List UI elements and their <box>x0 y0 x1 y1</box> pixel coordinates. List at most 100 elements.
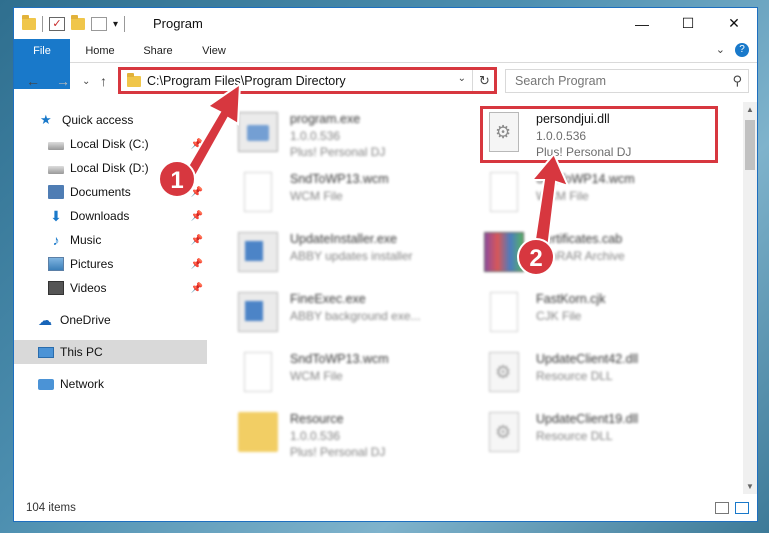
star-icon: ★ <box>40 112 52 127</box>
view-buttons <box>715 502 749 514</box>
file-item[interactable]: UpdateInstaller.exe ABBY updates install… <box>228 226 468 276</box>
file-item[interactable]: FineExec.exe ABBY background exe... <box>228 286 468 336</box>
file-name: SndToWP13.wcm <box>290 352 389 366</box>
file-type: ABBY background exe... <box>290 309 421 323</box>
quick-access-toolbar: ✓ ▾ <box>22 15 126 32</box>
file-type: Resource DLL <box>536 429 613 443</box>
large-icons-view-icon[interactable] <box>735 502 749 514</box>
dll-file-icon <box>489 412 519 452</box>
maximize-button[interactable]: ☐ <box>665 8 711 39</box>
music-icon: ♪ <box>52 232 60 248</box>
sidebar-item-label: Quick access <box>62 113 134 127</box>
file-version: 1.0.0.536 <box>290 129 341 143</box>
pictures-icon <box>48 257 64 271</box>
window-controls: — ☐ ✕ <box>619 8 757 39</box>
sidebar-item-pictures[interactable]: Pictures 📌 <box>14 252 207 276</box>
file-item[interactable]: FastKorn.cjk CJK File <box>474 286 714 336</box>
new-folder-icon[interactable] <box>71 15 85 30</box>
minimize-button[interactable]: — <box>619 8 665 39</box>
search-icon[interactable]: ⚲ <box>732 73 742 89</box>
folder-icon <box>22 15 36 30</box>
tab-home[interactable]: Home <box>78 39 122 63</box>
disk-icon <box>48 141 64 150</box>
scroll-down-icon[interactable]: ▼ <box>746 482 754 491</box>
file-item[interactable]: UpdateClient42.dll Resource DLL <box>474 346 714 396</box>
sidebar-item-label: Downloads <box>70 209 130 223</box>
search-box[interactable]: ⚲ <box>505 69 749 93</box>
pin-icon: 📌 <box>190 210 203 222</box>
qat-dropdown-icon[interactable]: ▾ <box>113 19 118 30</box>
file-name: FastKorn.cjk <box>536 292 606 306</box>
divider <box>42 16 43 32</box>
callout-2: 2 <box>517 238 555 276</box>
file-name: UpdateClient42.dll <box>536 352 639 366</box>
document-icon <box>490 292 518 332</box>
sidebar-item-label: Music <box>70 233 102 247</box>
sidebar-item-music[interactable]: ♪ Music 📌 <box>14 228 207 252</box>
recent-locations-icon[interactable]: ⌄ <box>82 76 90 87</box>
installer-icon <box>238 232 278 272</box>
close-button[interactable]: ✕ <box>711 8 757 39</box>
sidebar-item-label: Documents <box>70 185 131 199</box>
file-item[interactable]: SndToWP14.wcm WCM File <box>474 166 714 216</box>
forward-arrow-icon[interactable]: → <box>56 73 70 89</box>
folder-icon <box>238 412 278 452</box>
callout-1: 1 <box>158 160 196 198</box>
dll-file-icon <box>489 352 519 392</box>
file-type: CJK File <box>536 309 582 323</box>
properties-check-icon[interactable]: ✓ <box>49 17 65 31</box>
pc-icon <box>38 346 54 358</box>
sidebar-item-this-pc[interactable]: This PC <box>14 340 207 364</box>
onedrive-icon: ☁ <box>38 312 52 328</box>
sidebar-item-videos[interactable]: Videos 📌 <box>14 276 207 300</box>
sidebar-item-label: Local Disk (C:) <box>70 137 149 151</box>
customize-icon[interactable] <box>91 17 107 31</box>
network-icon <box>38 378 54 390</box>
file-description: Plus! Personal DJ <box>290 145 386 159</box>
tab-share[interactable]: Share <box>136 39 180 63</box>
details-view-icon[interactable] <box>715 502 729 514</box>
file-name: UpdateInstaller.exe <box>290 232 398 246</box>
disk-icon <box>48 165 64 174</box>
document-icon <box>244 352 272 392</box>
help-icon[interactable]: ? <box>735 43 749 57</box>
pin-icon: 📌 <box>190 282 203 294</box>
expand-ribbon-icon[interactable]: ⌄ <box>716 43 725 57</box>
pin-icon: 📌 <box>190 258 203 270</box>
file-type: WCM File <box>290 369 343 383</box>
sidebar-item-label: Local Disk (D:) <box>70 161 149 175</box>
file-item[interactable]: UpdateClient19.dll Resource DLL <box>474 406 714 456</box>
up-arrow-icon[interactable]: ↑ <box>100 73 107 89</box>
file-name: SndToWP13.wcm <box>290 172 389 186</box>
executable-icon <box>238 292 278 332</box>
file-item[interactable]: SndToWP13.wcm WCM File <box>228 346 468 396</box>
sidebar-item-onedrive[interactable]: ☁ OneDrive <box>14 308 207 332</box>
scroll-up-icon[interactable]: ▲ <box>746 105 754 114</box>
search-input[interactable] <box>506 70 716 92</box>
videos-icon <box>48 281 64 295</box>
item-count: 104 items <box>26 502 76 514</box>
document-icon <box>490 172 518 212</box>
file-item[interactable]: SndToWP13.wcm WCM File <box>228 166 468 216</box>
ribbon-right: ⌄ ? <box>716 43 749 57</box>
file-item[interactable]: program.exe 1.0.0.536 Plus! Personal DJ <box>228 106 468 159</box>
file-description: Plus! Personal DJ <box>290 445 386 459</box>
file-name: FineExec.exe <box>290 292 366 306</box>
ribbon-tabs: File Home Share View ⌄ ? <box>14 39 757 89</box>
sidebar-item-network[interactable]: Network <box>14 372 207 396</box>
sidebar-item-label: Network <box>60 377 105 391</box>
arrow-2-shape <box>529 152 570 250</box>
file-name: UpdateClient19.dll <box>536 412 639 426</box>
back-arrow-icon[interactable]: ← <box>26 73 40 89</box>
file-name: program.exe <box>290 112 361 126</box>
vertical-scrollbar[interactable]: ▲ ▼ <box>743 102 757 494</box>
tab-view[interactable]: View <box>194 39 234 63</box>
file-item[interactable]: Resource 1.0.0.536 Plus! Personal DJ <box>228 406 468 459</box>
file-version: 1.0.0.536 <box>290 429 341 443</box>
window-title: Program <box>153 16 203 31</box>
sidebar-item-label: OneDrive <box>60 313 111 327</box>
pin-icon: 📌 <box>190 234 203 246</box>
sidebar-item-label: Videos <box>70 281 107 295</box>
file-item[interactable]: Certificates.cab WinRAR Archive <box>474 226 714 276</box>
scroll-thumb[interactable] <box>745 120 755 170</box>
